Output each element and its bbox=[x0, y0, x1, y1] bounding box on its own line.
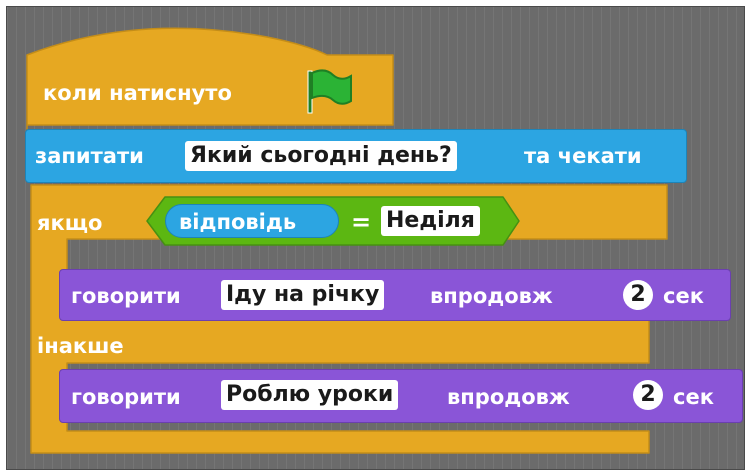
say1-text-input[interactable]: Іду на річку bbox=[221, 280, 385, 310]
say2-unit-label: сек bbox=[673, 385, 714, 409]
say2-text-input[interactable]: Роблю уроки bbox=[221, 380, 399, 410]
say2-for-label: впродовж bbox=[447, 385, 570, 409]
compare-value-input[interactable]: Неділя bbox=[381, 206, 480, 236]
say1-unit-label: сек bbox=[663, 284, 704, 308]
say1-for-label: впродовж bbox=[430, 284, 553, 308]
equals-label: = bbox=[351, 208, 372, 236]
say2-label: говорити bbox=[71, 385, 181, 409]
script-area[interactable]: коли натиснуто запитати Який сьогодні де… bbox=[6, 6, 745, 470]
answer-label: відповідь bbox=[179, 210, 297, 234]
say1-seconds-input[interactable]: 2 bbox=[623, 280, 653, 310]
say2-seconds-input[interactable]: 2 bbox=[633, 380, 663, 410]
else-label: інакше bbox=[37, 334, 124, 358]
say1-label: говорити bbox=[71, 284, 181, 308]
